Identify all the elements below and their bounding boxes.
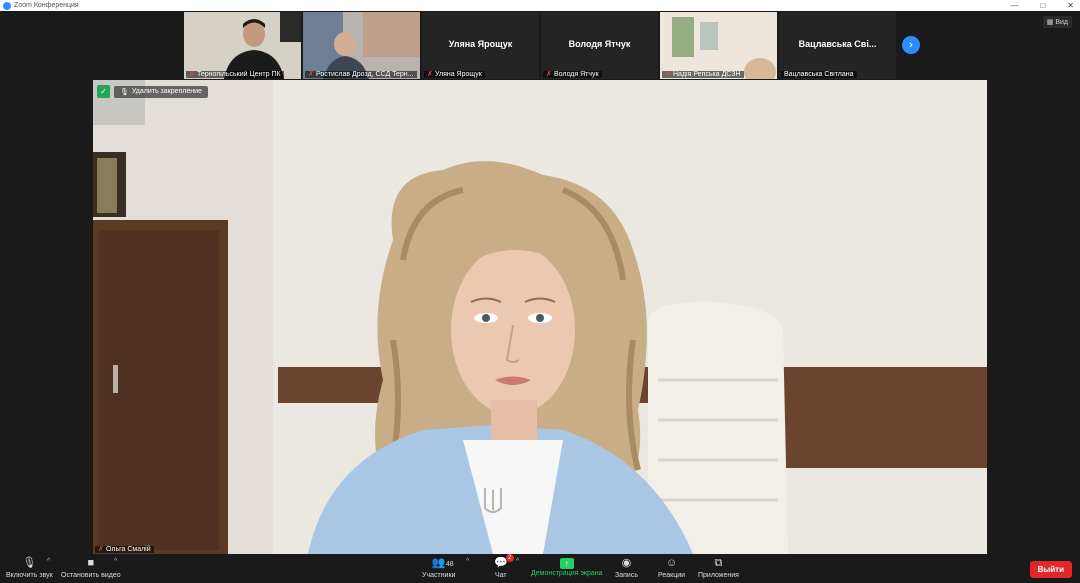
chevron-right-icon: › <box>909 39 913 51</box>
participant-caption: ✗ Уляна Ярощук <box>424 71 485 78</box>
participants-button[interactable]: 👥 48 Участники <box>422 556 455 580</box>
view-button-label: Вид <box>1055 19 1068 26</box>
grid-icon: ▦ <box>1046 19 1054 26</box>
participant-name-center: Вацлавська Сві... <box>798 39 877 49</box>
participant-name: Володя Ятчук <box>554 71 599 78</box>
title-bar: Zoom Конференция — □ ✕ <box>0 0 1080 11</box>
shield-icon[interactable]: ✓ <box>97 85 110 98</box>
unmute-button[interactable]: 🎙 Включить звук <box>6 556 53 580</box>
participant-name: Уляна Ярощук <box>435 71 482 78</box>
participant-tile[interactable]: Уляна Ярощук ✗ Уляна Ярощук <box>422 12 539 79</box>
stop-video-button[interactable]: ■ Остановить видео <box>61 556 121 580</box>
meeting-toolbar: 🎙 Включить звук ^ ■ Остановить видео ^ 👥… <box>0 554 1080 583</box>
participant-name: Ростислав Дрозд, ССД Терн... <box>316 71 414 78</box>
microphone-muted-icon: 🎙 <box>22 557 37 569</box>
microphone-icon: 🎙 <box>120 88 129 96</box>
apps-label: Приложения <box>698 572 739 579</box>
record-icon: ◉ <box>621 557 632 569</box>
view-button[interactable]: ▦ Вид <box>1042 16 1072 28</box>
reactions-label: Реакции <box>658 572 686 579</box>
participants-count: 48 <box>445 561 454 568</box>
participants-options-chevron-icon[interactable]: ^ <box>466 558 469 565</box>
speaker-caption: ✗ Ольга Смалій <box>95 546 154 553</box>
participant-caption: ✗ Надія Репська ДСЗН <box>662 71 744 78</box>
participant-caption: ✗ Тернопільський Центр ПК <box>186 71 284 78</box>
participant-tile[interactable]: ✗ Надія Репська ДСЗН <box>660 12 777 79</box>
participant-tile[interactable]: Вацлавська Сві... Вацлавська Світлана <box>779 12 896 79</box>
participant-video-2 <box>303 12 420 79</box>
participant-name-center: Володя Ятчук <box>568 39 631 49</box>
remove-pin-button[interactable]: 🎙 Удалить закрепление <box>114 85 208 98</box>
main-video: ✓ 🎙 Удалить закрепление ✗ Ольга Смалій <box>93 80 987 554</box>
chat-icon: 💬 2 <box>494 554 514 571</box>
mic-muted-icon: ✗ <box>308 71 314 78</box>
mic-muted-icon: ✗ <box>189 71 195 78</box>
chat-badge: 2 <box>505 554 514 562</box>
speaker-name: Ольга Смалій <box>106 546 151 553</box>
remove-pin-label: Удалить закрепление <box>131 88 202 95</box>
participant-caption: ✗ Володя Ятчук <box>543 71 602 78</box>
share-screen-button[interactable]: ↑ Демонстрация экрана <box>531 556 603 578</box>
maximize-button[interactable]: □ <box>1040 0 1045 11</box>
participant-caption: ✗ Ростислав Дрозд, ССД Терн... <box>305 71 417 78</box>
participant-tile[interactable]: ✗ Тернопільський Центр ПК <box>184 12 301 79</box>
apps-button[interactable]: ⧉ Приложения <box>698 556 739 580</box>
participants-strip: ✗ Тернопільський Центр ПК ✗ Ростислав Др… <box>184 12 896 79</box>
smiley-icon: ☺ <box>665 557 678 569</box>
participant-name: Надія Репська ДСЗН <box>673 71 741 78</box>
minimize-button[interactable]: — <box>1010 0 1018 11</box>
unmute-label: Включить звук <box>6 572 53 579</box>
mic-muted-icon: ✗ <box>546 71 552 78</box>
participant-name: Тернопільський Центр ПК <box>197 71 281 78</box>
share-screen-icon: ↑ <box>559 558 574 569</box>
chat-label: Чат <box>495 572 507 579</box>
zoom-logo-icon <box>3 1 11 10</box>
stop-video-label: Остановить видео <box>61 572 121 579</box>
participant-video-1 <box>184 12 301 79</box>
chat-button[interactable]: 💬 2 Чат <box>494 554 514 580</box>
participant-tile[interactable]: Володя Ятчук ✗ Володя Ятчук <box>541 12 658 79</box>
participants-label: Участники <box>422 572 456 579</box>
video-options-chevron-icon[interactable]: ^ <box>114 558 117 565</box>
participant-caption: Вацлавська Світлана <box>781 71 857 78</box>
reactions-button[interactable]: ☺ Реакции <box>658 556 685 580</box>
chat-options-chevron-icon[interactable]: ^ <box>516 558 519 565</box>
leave-button[interactable]: Выйти <box>1029 561 1072 578</box>
participant-video-5 <box>660 12 777 79</box>
audio-options-chevron-icon[interactable]: ^ <box>47 558 50 565</box>
mic-muted-icon: ✗ <box>427 71 433 78</box>
speaker-video <box>93 80 987 554</box>
close-button[interactable]: ✕ <box>1067 0 1074 11</box>
video-camera-icon: ■ <box>87 557 95 569</box>
apps-icon: ⧉ <box>714 557 723 569</box>
window-controls: — □ ✕ <box>1010 0 1074 11</box>
record-label: Запись <box>615 572 638 579</box>
participant-name-center: Уляна Ярощук <box>448 39 513 49</box>
video-top-controls: ✓ 🎙 Удалить закрепление <box>97 85 208 98</box>
next-page-button[interactable]: › <box>902 36 920 54</box>
mic-muted-icon: ✗ <box>98 546 104 553</box>
mic-muted-icon: ✗ <box>665 71 671 78</box>
participant-name: Вацлавська Світлана <box>784 71 854 78</box>
window-title: Zoom Конференция <box>14 2 79 9</box>
share-screen-label: Демонстрация экрана <box>531 570 603 577</box>
participants-icon: 👥 48 <box>432 556 454 571</box>
participant-tile[interactable]: ✗ Ростислав Дрозд, ССД Терн... <box>303 12 420 79</box>
record-button[interactable]: ◉ Запись <box>615 556 638 580</box>
